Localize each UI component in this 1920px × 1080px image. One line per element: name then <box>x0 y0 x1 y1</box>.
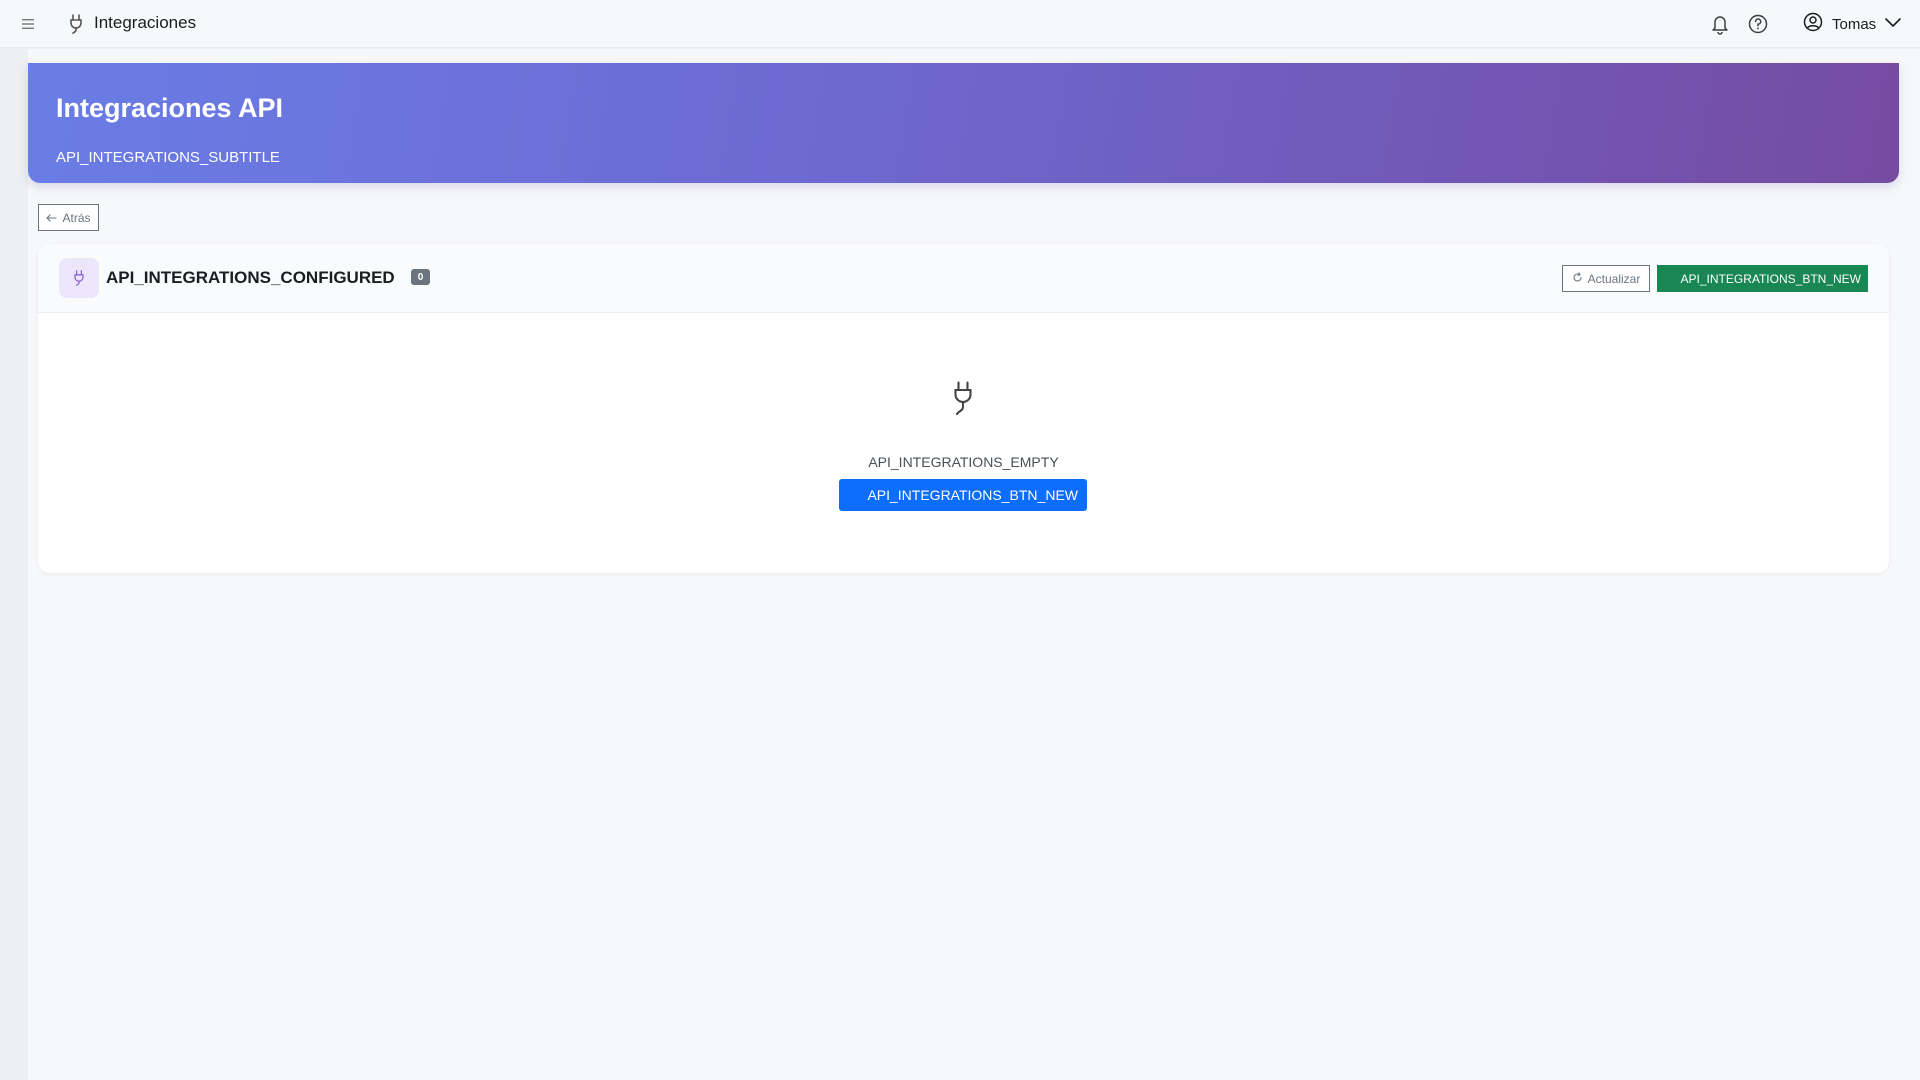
bell-icon[interactable] <box>1710 13 1730 35</box>
menu-icon[interactable] <box>19 15 37 33</box>
chevron-down-icon <box>1884 15 1902 33</box>
top-navbar: Integraciones Tomas <box>0 0 1920 48</box>
card-heading: API_INTEGRATIONS_CONFIGURED <box>106 268 395 287</box>
empty-state-new-button[interactable]: API_INTEGRATIONS_BTN_NEW <box>839 479 1087 511</box>
new-integration-button[interactable]: API_INTEGRATIONS_BTN_NEW <box>1657 265 1868 292</box>
plug-icon <box>66 13 86 35</box>
page-subtitle: API_INTEGRATIONS_SUBTITLE <box>56 149 280 166</box>
back-button-label: Atrás <box>62 210 91 225</box>
user-circle-icon <box>1802 11 1824 38</box>
page-hero-banner: Integraciones API API_INTEGRATIONS_SUBTI… <box>28 63 1899 183</box>
count-badge: 0 <box>411 269 430 285</box>
plug-icon <box>59 258 99 298</box>
hamburger-icon-svg <box>22 19 34 29</box>
page-title: Integraciones API <box>56 93 284 123</box>
user-name: Tomas <box>1832 15 1877 33</box>
empty-state-text: API_INTEGRATIONS_EMPTY <box>868 454 1059 470</box>
plug-icon <box>948 379 978 419</box>
integrations-card: API_INTEGRATIONS_CONFIGURED 0 Actualizar… <box>38 244 1889 573</box>
back-button[interactable]: Atrás <box>38 204 99 231</box>
refresh-button[interactable]: Actualizar <box>1562 265 1650 292</box>
refresh-icon <box>1572 271 1583 286</box>
card-header: API_INTEGRATIONS_CONFIGURED 0 Actualizar… <box>38 244 1889 313</box>
refresh-button-label: Actualizar <box>1587 271 1641 286</box>
user-menu[interactable]: Tomas <box>1802 12 1902 36</box>
arrow-left-icon <box>46 211 58 225</box>
app-title: Integraciones <box>94 13 197 32</box>
help-icon[interactable] <box>1747 13 1769 35</box>
main-content: Integraciones API API_INTEGRATIONS_SUBTI… <box>28 49 1920 1080</box>
